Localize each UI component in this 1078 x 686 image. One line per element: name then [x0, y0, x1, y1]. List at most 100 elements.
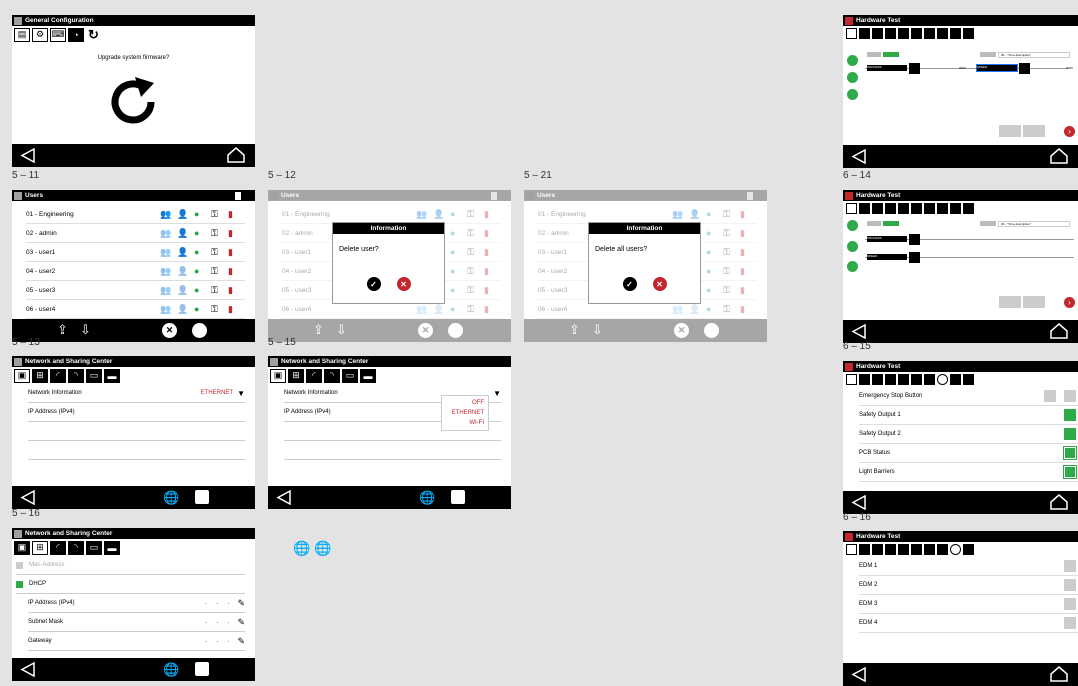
pencil-icon[interactable]: ✎: [237, 598, 245, 609]
user-icon[interactable]: ●: [706, 209, 717, 219]
move-icon[interactable]: [846, 28, 857, 39]
trash-icon[interactable]: ▮: [228, 228, 239, 238]
home-icon[interactable]: [227, 147, 245, 163]
user-settings-icon[interactable]: ⚿: [723, 209, 734, 219]
back-triangle-icon[interactable]: [20, 148, 36, 163]
trash-icon[interactable]: [747, 191, 753, 200]
user-icon[interactable]: ●: [450, 304, 461, 314]
user-settings-icon[interactable]: ⚿: [723, 228, 734, 238]
wifi-icon[interactable]: ◜: [50, 368, 66, 383]
output-row[interactable]: Safety Output 2: [859, 425, 1078, 444]
user-icon[interactable]: ●: [194, 228, 205, 238]
shield-icon[interactable]: [937, 544, 948, 555]
user-icon[interactable]: ●: [194, 266, 205, 276]
chip-icon[interactable]: [885, 203, 896, 214]
user-group-icon[interactable]: 👥: [160, 228, 171, 238]
list-item[interactable]: 02 - admin👥👤●⚿▮: [26, 224, 245, 243]
shield-icon[interactable]: [950, 28, 961, 39]
chip-icon[interactable]: [859, 203, 870, 214]
cancel-circle-icon[interactable]: ✕: [162, 323, 177, 338]
monitor-icon[interactable]: ▣: [14, 540, 30, 555]
subnet-mask-row[interactable]: Subnet Mask. . . ✎: [28, 613, 245, 632]
list-item[interactable]: 04 - user2👥👤●⚿▮: [26, 262, 245, 281]
chip-icon[interactable]: [872, 28, 883, 39]
user-group-icon[interactable]: 👥: [672, 304, 683, 314]
back-triangle-icon[interactable]: [851, 324, 867, 339]
card-icon[interactable]: ▭: [86, 540, 102, 555]
confirm-button[interactable]: ✓: [622, 277, 637, 291]
home-icon[interactable]: [1050, 666, 1068, 682]
wifi-signal-icon[interactable]: ◝: [68, 368, 84, 383]
display-settings-icon[interactable]: ▤: [14, 27, 30, 42]
back-triangle-icon[interactable]: [851, 667, 867, 682]
shield-icon[interactable]: [950, 374, 961, 385]
monitor-icon[interactable]: ▣: [270, 368, 286, 383]
shield-icon[interactable]: [963, 28, 974, 39]
user-settings-icon[interactable]: ⚿: [467, 266, 478, 276]
pencil-icon[interactable]: ✎: [237, 636, 245, 647]
cancel-circle-icon[interactable]: ✕: [674, 323, 689, 338]
user-icon[interactable]: ●: [706, 285, 717, 295]
valve-icon[interactable]: [911, 374, 922, 385]
shield-icon[interactable]: [963, 374, 974, 385]
pencil-icon[interactable]: ✎: [237, 617, 245, 628]
dropdown-option[interactable]: WI-FI: [446, 418, 484, 428]
ip-address-row[interactable]: IP Address (IPv4). . . ✎: [28, 594, 245, 613]
user-icon[interactable]: ●: [450, 228, 461, 238]
shield-icon[interactable]: [963, 203, 974, 214]
dropdown-option[interactable]: OFF: [446, 398, 484, 408]
globe-icon[interactable]: 🌐: [419, 490, 435, 506]
chevron-down-icon[interactable]: ▼: [237, 389, 245, 398]
user-icon[interactable]: ●: [706, 304, 717, 314]
next-button[interactable]: ›: [1064, 126, 1075, 137]
home-icon[interactable]: [1050, 494, 1068, 510]
user-settings-icon[interactable]: ⚿: [211, 247, 222, 257]
checkbox[interactable]: [16, 561, 23, 569]
confirm-button[interactable]: ✓: [366, 277, 381, 291]
output-row[interactable]: PCB Status: [859, 444, 1078, 463]
user-icon[interactable]: ●: [194, 304, 205, 314]
chip-icon[interactable]: [872, 203, 883, 214]
wifi-icon[interactable]: ◜: [306, 368, 322, 383]
user-edit-icon[interactable]: 👤: [177, 209, 188, 219]
shield-icon[interactable]: [937, 28, 948, 39]
reload-icon[interactable]: [104, 73, 162, 131]
cancel-button[interactable]: ✕: [652, 277, 667, 291]
move-icon[interactable]: [846, 203, 857, 214]
ip-address-row[interactable]: IP Address (IPv4): [28, 403, 245, 422]
valve-icon[interactable]: [911, 203, 922, 214]
upload-icon[interactable]: ⇪: [57, 322, 68, 338]
network-icon[interactable]: ⊞: [32, 368, 48, 383]
trash-icon[interactable]: ▮: [484, 247, 495, 257]
output-row[interactable]: Emergency Stop Button: [859, 387, 1078, 406]
back-triangle-icon[interactable]: [851, 495, 867, 510]
user-settings-icon[interactable]: [448, 323, 463, 338]
robot-icon[interactable]: [847, 220, 858, 231]
trash-icon[interactable]: ▮: [228, 247, 239, 257]
user-settings-icon[interactable]: ⚿: [723, 266, 734, 276]
chip-icon[interactable]: [885, 544, 896, 555]
download-icon[interactable]: ⇩: [592, 322, 603, 338]
card-icon[interactable]: ▭: [342, 368, 358, 383]
wifi-signal-icon[interactable]: ◝: [68, 540, 84, 555]
wifi-icon[interactable]: ◜: [50, 540, 66, 555]
edm-row[interactable]: EDM 4: [859, 614, 1078, 633]
trash-icon[interactable]: ▮: [484, 304, 495, 314]
floppy-save-icon[interactable]: [451, 490, 465, 504]
globe-icon[interactable]: 🌐: [163, 490, 179, 506]
download-icon[interactable]: ⇩: [80, 322, 91, 338]
user-group-icon[interactable]: 👥: [672, 209, 683, 219]
user-settings-icon[interactable]: ⚿: [211, 304, 222, 314]
valve-icon[interactable]: [924, 203, 935, 214]
user-group-icon[interactable]: 👥: [160, 304, 171, 314]
list-item[interactable]: 03 - user1👥👤●⚿▮: [26, 243, 245, 262]
monitor-icon[interactable]: ▣: [14, 368, 30, 383]
user-icon[interactable]: ●: [194, 209, 205, 219]
user-icon[interactable]: ●: [194, 285, 205, 295]
shield-icon[interactable]: [937, 374, 948, 385]
list-item[interactable]: 05 - user3👥👤●⚿▮: [26, 281, 245, 300]
trash-icon[interactable]: ▮: [228, 209, 239, 219]
user-settings-icon[interactable]: ⚿: [211, 266, 222, 276]
user-group-icon[interactable]: 👥: [416, 304, 427, 314]
camera-icon[interactable]: [898, 28, 909, 39]
